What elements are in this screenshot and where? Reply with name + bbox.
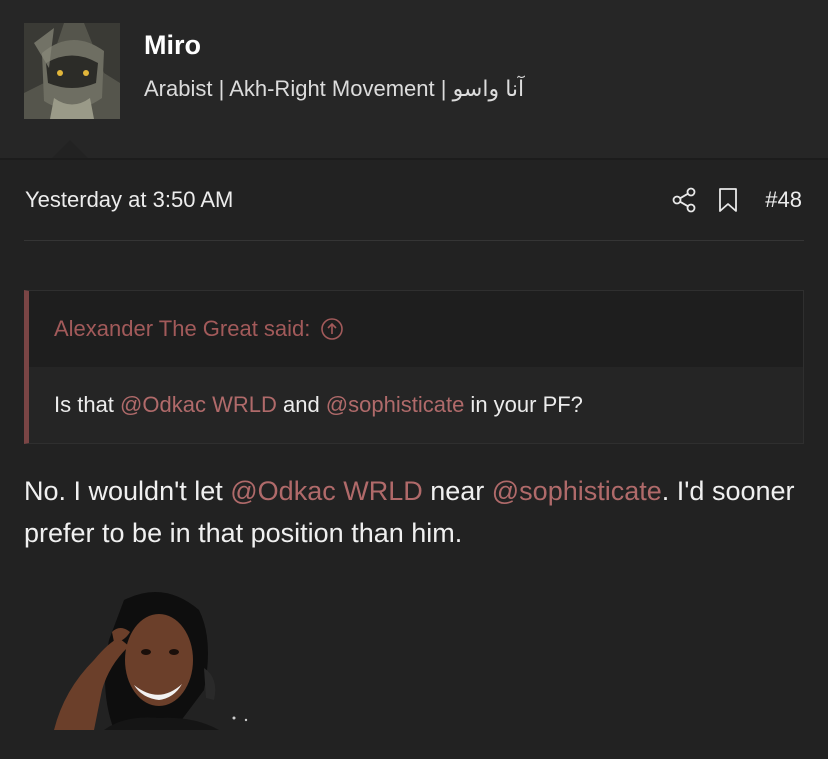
quote-header[interactable]: Alexander The Great said:: [29, 291, 803, 367]
bookmark-icon[interactable]: [717, 187, 739, 213]
quote-text-prefix: Is that: [54, 392, 121, 417]
message-text-2: near: [422, 476, 492, 506]
quote-block: Alexander The Great said: Is that @Odkac…: [24, 290, 804, 444]
quote-body: Is that @Odkac WRLD and @sophisticate in…: [29, 367, 803, 443]
message-mention-sophisticate[interactable]: @sophisticate: [492, 476, 662, 506]
meta-divider: [24, 240, 804, 241]
quote-text-mid: and: [276, 392, 326, 417]
post-image[interactable]: [24, 580, 264, 730]
quote-mention-odkac[interactable]: @Odkac WRLD: [120, 392, 277, 418]
header-divider: [0, 158, 828, 160]
avatar-image: [24, 23, 120, 119]
quote-author[interactable]: Alexander The Great said:: [54, 316, 310, 342]
post-actions: #48: [671, 184, 802, 216]
message-text-1: No. I wouldn't let: [24, 476, 231, 506]
user-title: Arabist | Akh-Right Movement | آنا واسو: [144, 76, 525, 101]
embedded-photo: [54, 592, 248, 730]
message-mention-odkac[interactable]: @Odkac WRLD: [230, 476, 422, 506]
post-message: No. I wouldn't let @Odkac WRLD near @sop…: [24, 470, 814, 554]
share-icon[interactable]: [671, 187, 697, 213]
header-notch: [50, 140, 90, 160]
post-number[interactable]: #48: [765, 187, 802, 213]
avatar[interactable]: [24, 23, 120, 119]
quote-text-suffix: in your PF?: [464, 392, 583, 417]
username[interactable]: Miro: [144, 30, 201, 61]
post-timestamp[interactable]: Yesterday at 3:50 AM: [25, 187, 233, 213]
quote-mention-sophisticate[interactable]: @sophisticate: [326, 392, 465, 418]
arrow-up-circle-icon[interactable]: [320, 317, 344, 341]
user-header: Miro Arabist | Akh-Right Movement | آنا …: [0, 0, 828, 160]
